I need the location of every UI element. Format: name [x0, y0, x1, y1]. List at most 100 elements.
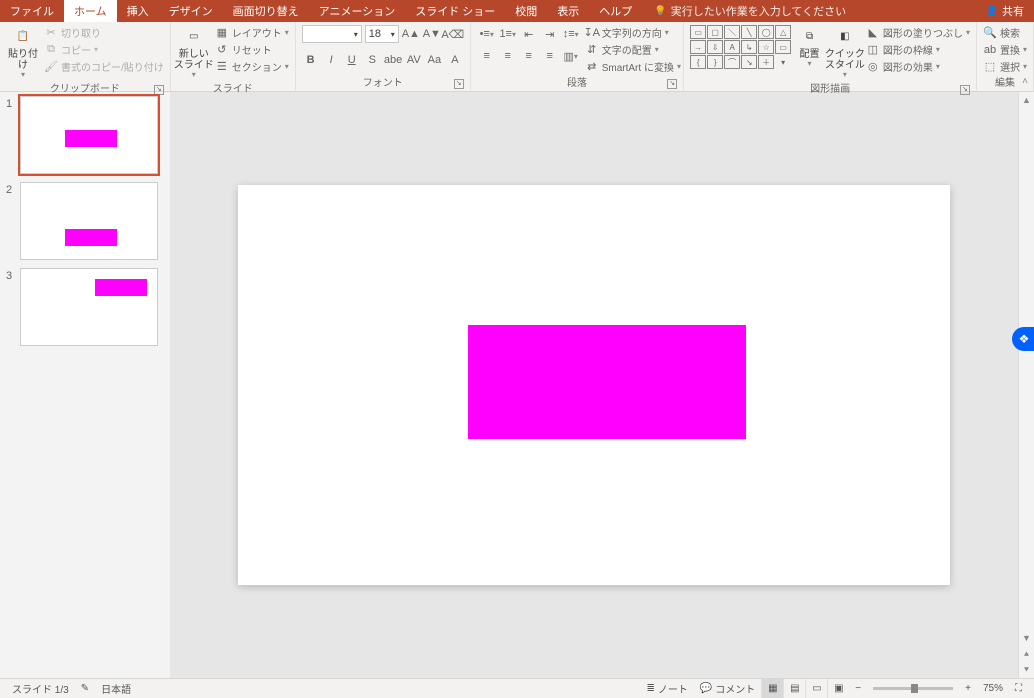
new-slide-button[interactable]: ▭ 新しい スライド [177, 25, 211, 80]
slideshow-view-button[interactable]: ▣ [827, 679, 849, 698]
shape-conn[interactable]: ↘ [741, 55, 757, 69]
increase-indent-button[interactable]: ⇥ [540, 25, 560, 43]
shape-brace2[interactable]: } [707, 55, 723, 69]
sorter-view-button[interactable]: ▤ [783, 679, 805, 698]
shape-arrowd[interactable]: ⇩ [707, 40, 723, 54]
select-button[interactable]: ⬚選択 [983, 59, 1027, 74]
numbering-button[interactable]: 1≡ [498, 25, 518, 43]
shape-brace[interactable]: { [690, 55, 706, 69]
reading-view-button[interactable]: ▭ [805, 679, 827, 698]
grow-font-button[interactable]: A▲ [402, 25, 420, 43]
share-button[interactable]: 共有 [986, 3, 1024, 19]
shape-outline-button[interactable]: ◫図形の枠線 [866, 42, 970, 57]
columns-button[interactable]: ▥ [561, 47, 581, 65]
language-status[interactable]: 日本語 [95, 679, 137, 698]
slide-thumbnail-panel[interactable]: 123 [0, 92, 170, 678]
section-button[interactable]: ☰セクション [215, 59, 289, 74]
line-spacing-button[interactable]: ↕≡ [561, 25, 581, 43]
decrease-indent-button[interactable]: ⇤ [519, 25, 539, 43]
vertical-scrollbar[interactable]: ▲ ▼ ⯅ ⯆ ❖ [1018, 92, 1034, 678]
format-painter-button[interactable]: 🖌書式のコピー/貼り付け [44, 59, 164, 74]
tab-校閲[interactable]: 校閲 [505, 0, 547, 22]
reset-slide-button[interactable]: ↺リセット [215, 42, 289, 57]
align-left-button[interactable]: ≡ [477, 47, 497, 65]
italic-button[interactable]: I [322, 51, 340, 69]
tab-ファイル[interactable]: ファイル [0, 0, 64, 22]
zoom-slider-knob[interactable] [911, 684, 918, 693]
font-family-combo[interactable]: ▾ [302, 25, 362, 43]
tab-スライド ショー[interactable]: スライド ショー [405, 0, 505, 22]
bullets-button[interactable]: •≡ [477, 25, 497, 43]
quick-styles-button[interactable]: ◧ クイック スタイル [828, 25, 862, 80]
replace-button[interactable]: ab置換 [983, 42, 1027, 57]
clear-format-button[interactable]: A⌫ [444, 25, 462, 43]
fit-to-window-button[interactable]: ⛶ [1009, 679, 1028, 698]
magenta-rectangle-shape[interactable] [468, 325, 746, 439]
paragraph-launcher[interactable]: ↘ [667, 79, 677, 89]
zoom-slider[interactable] [873, 687, 953, 690]
strike-button[interactable]: abe [384, 51, 402, 69]
shape-line2[interactable]: ╲ [741, 25, 757, 39]
change-case-button[interactable]: Aa [426, 51, 444, 69]
shape-fill-button[interactable]: ◣図形の塗りつぶし [866, 25, 970, 40]
tab-ヘルプ[interactable]: ヘルプ [589, 0, 642, 22]
zoom-level[interactable]: 75% [977, 679, 1009, 698]
align-text-button[interactable]: ⇵文字の配置 [585, 42, 681, 57]
paste-button[interactable]: 📋 貼り付け [6, 25, 40, 80]
slide-thumbnail-1[interactable] [20, 96, 158, 174]
underline-button[interactable]: U [343, 51, 361, 69]
comments-button[interactable]: 💬 コメント [694, 679, 761, 698]
shape-rr[interactable]: ▭ [775, 40, 791, 54]
tab-デザイン[interactable]: デザイン [159, 0, 223, 22]
tab-挿入[interactable]: 挿入 [117, 0, 159, 22]
scroll-down-button[interactable]: ▼ [1019, 630, 1034, 646]
tab-アニメーション[interactable]: アニメーション [309, 0, 406, 22]
scroll-track[interactable] [1019, 108, 1034, 630]
shape-line[interactable]: ＼ [724, 25, 740, 39]
scroll-up-button[interactable]: ▲ [1019, 92, 1034, 108]
font-launcher[interactable]: ↘ [454, 79, 464, 89]
copy-button[interactable]: ⧉コピー [44, 42, 164, 57]
text-direction-button[interactable]: ↧A文字列の方向 [585, 25, 681, 40]
justify-button[interactable]: ≡ [540, 47, 560, 65]
shape-tri[interactable]: △ [775, 25, 791, 39]
shape-star[interactable]: ☆ [758, 40, 774, 54]
shapes-gallery[interactable]: ▭▢＼╲◯△ →⇩A↳☆▭ {}⌒↘＋▾ [690, 25, 791, 69]
clipboard-launcher[interactable]: ↘ [154, 85, 164, 95]
shape-rrect[interactable]: ▢ [707, 25, 723, 39]
tab-表示[interactable]: 表示 [547, 0, 589, 22]
tab-画面切り替え[interactable]: 画面切り替え [223, 0, 309, 22]
shape-arc[interactable]: ⌒ [724, 55, 740, 69]
collapse-ribbon-button[interactable]: ˄ [1022, 76, 1028, 87]
shape-plus[interactable]: ＋ [758, 55, 774, 69]
font-size-combo[interactable]: 18▾ [365, 25, 399, 43]
normal-view-button[interactable]: ▦ [761, 679, 783, 698]
align-center-button[interactable]: ≡ [498, 47, 518, 65]
slide-thumbnail-2[interactable] [20, 182, 158, 260]
prev-slide-button[interactable]: ⯅ [1019, 646, 1034, 662]
convert-smartart-button[interactable]: ⇄SmartArt に変換 [585, 59, 681, 74]
cut-button[interactable]: ✂切り取り [44, 25, 164, 40]
arrange-button[interactable]: ⧉ 配置 [795, 25, 824, 69]
spellcheck-status[interactable]: ✎ [75, 679, 95, 698]
shape-effects-button[interactable]: ◎図形の効果 [866, 59, 970, 74]
zoom-out-button[interactable]: − [849, 679, 867, 698]
dropbox-badge-icon[interactable]: ❖ [1012, 327, 1034, 351]
shape-ll[interactable]: ↳ [741, 40, 757, 54]
shape-text[interactable]: A [724, 40, 740, 54]
shrink-font-button[interactable]: A▼ [423, 25, 441, 43]
shapes-more[interactable]: ▾ [775, 55, 791, 69]
slide-counter[interactable]: スライド 1/3 [6, 679, 75, 698]
slide-editor[interactable] [170, 92, 1018, 678]
shape-arrowr[interactable]: → [690, 40, 706, 54]
tell-me-search[interactable]: 実行したい作業を入力してください [654, 3, 846, 19]
shape-rect[interactable]: ▭ [690, 25, 706, 39]
bold-button[interactable]: B [302, 51, 320, 69]
slide-layout-button[interactable]: ▦レイアウト [215, 25, 289, 40]
slide-thumbnail-3[interactable] [20, 268, 158, 346]
char-spacing-button[interactable]: AV [405, 51, 423, 69]
shape-oval[interactable]: ◯ [758, 25, 774, 39]
zoom-in-button[interactable]: + [959, 679, 977, 698]
align-right-button[interactable]: ≡ [519, 47, 539, 65]
shadow-button[interactable]: S [363, 51, 381, 69]
